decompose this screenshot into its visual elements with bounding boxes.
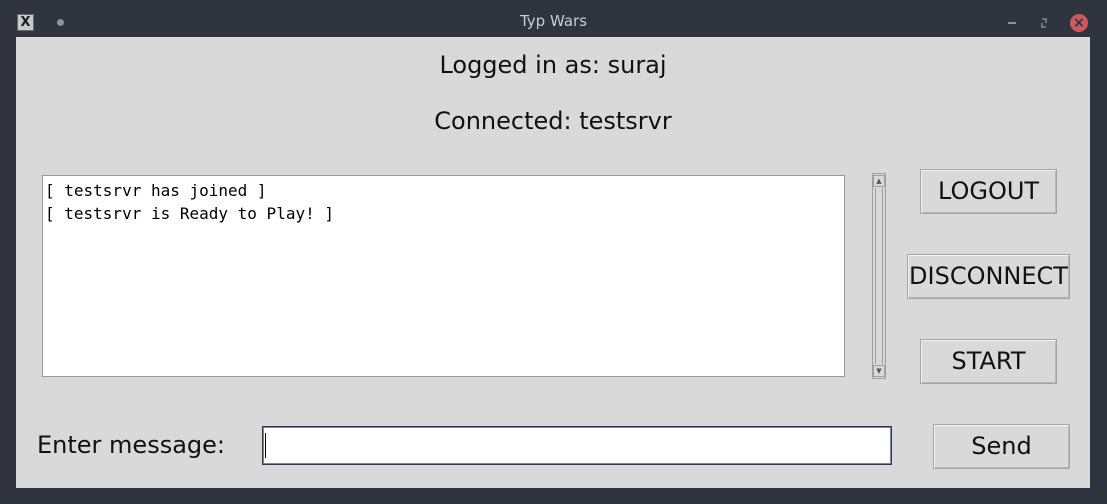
start-button[interactable]: START — [920, 339, 1057, 384]
scroll-down-icon[interactable]: ▼ — [873, 365, 885, 377]
text-caret — [265, 433, 266, 458]
close-icon[interactable]: × — [1070, 14, 1088, 32]
disconnect-button[interactable]: DISCONNECT — [907, 254, 1070, 299]
chat-log-scrollbar[interactable]: ▲ ▼ — [872, 173, 886, 379]
logged-in-label: Logged in as: suraj — [439, 51, 667, 79]
scroll-up-icon[interactable]: ▲ — [873, 175, 885, 187]
log-line: [ testsrvr has joined ] — [45, 181, 267, 200]
logout-button[interactable]: LOGOUT — [920, 169, 1057, 214]
minimize-icon[interactable] — [1004, 14, 1021, 31]
log-line: [ testsrvr is Ready to Play! ] — [45, 204, 334, 223]
app-window-content: Logged in as: suraj Connected: testsrvr … — [16, 37, 1090, 488]
maximize-icon[interactable] — [1037, 14, 1054, 31]
window-titlebar[interactable]: X Typ Wars × — [0, 0, 1107, 37]
window-title: Typ Wars — [519, 12, 588, 30]
message-input[interactable] — [262, 426, 892, 465]
enter-message-label: Enter message: — [37, 431, 225, 459]
send-button[interactable]: Send — [933, 424, 1070, 469]
scrollbar-trough[interactable] — [875, 188, 883, 364]
connected-label: Connected: testsrvr — [434, 107, 672, 135]
chat-log[interactable]: [ testsrvr has joined ] [ testsrvr is Re… — [42, 175, 845, 377]
